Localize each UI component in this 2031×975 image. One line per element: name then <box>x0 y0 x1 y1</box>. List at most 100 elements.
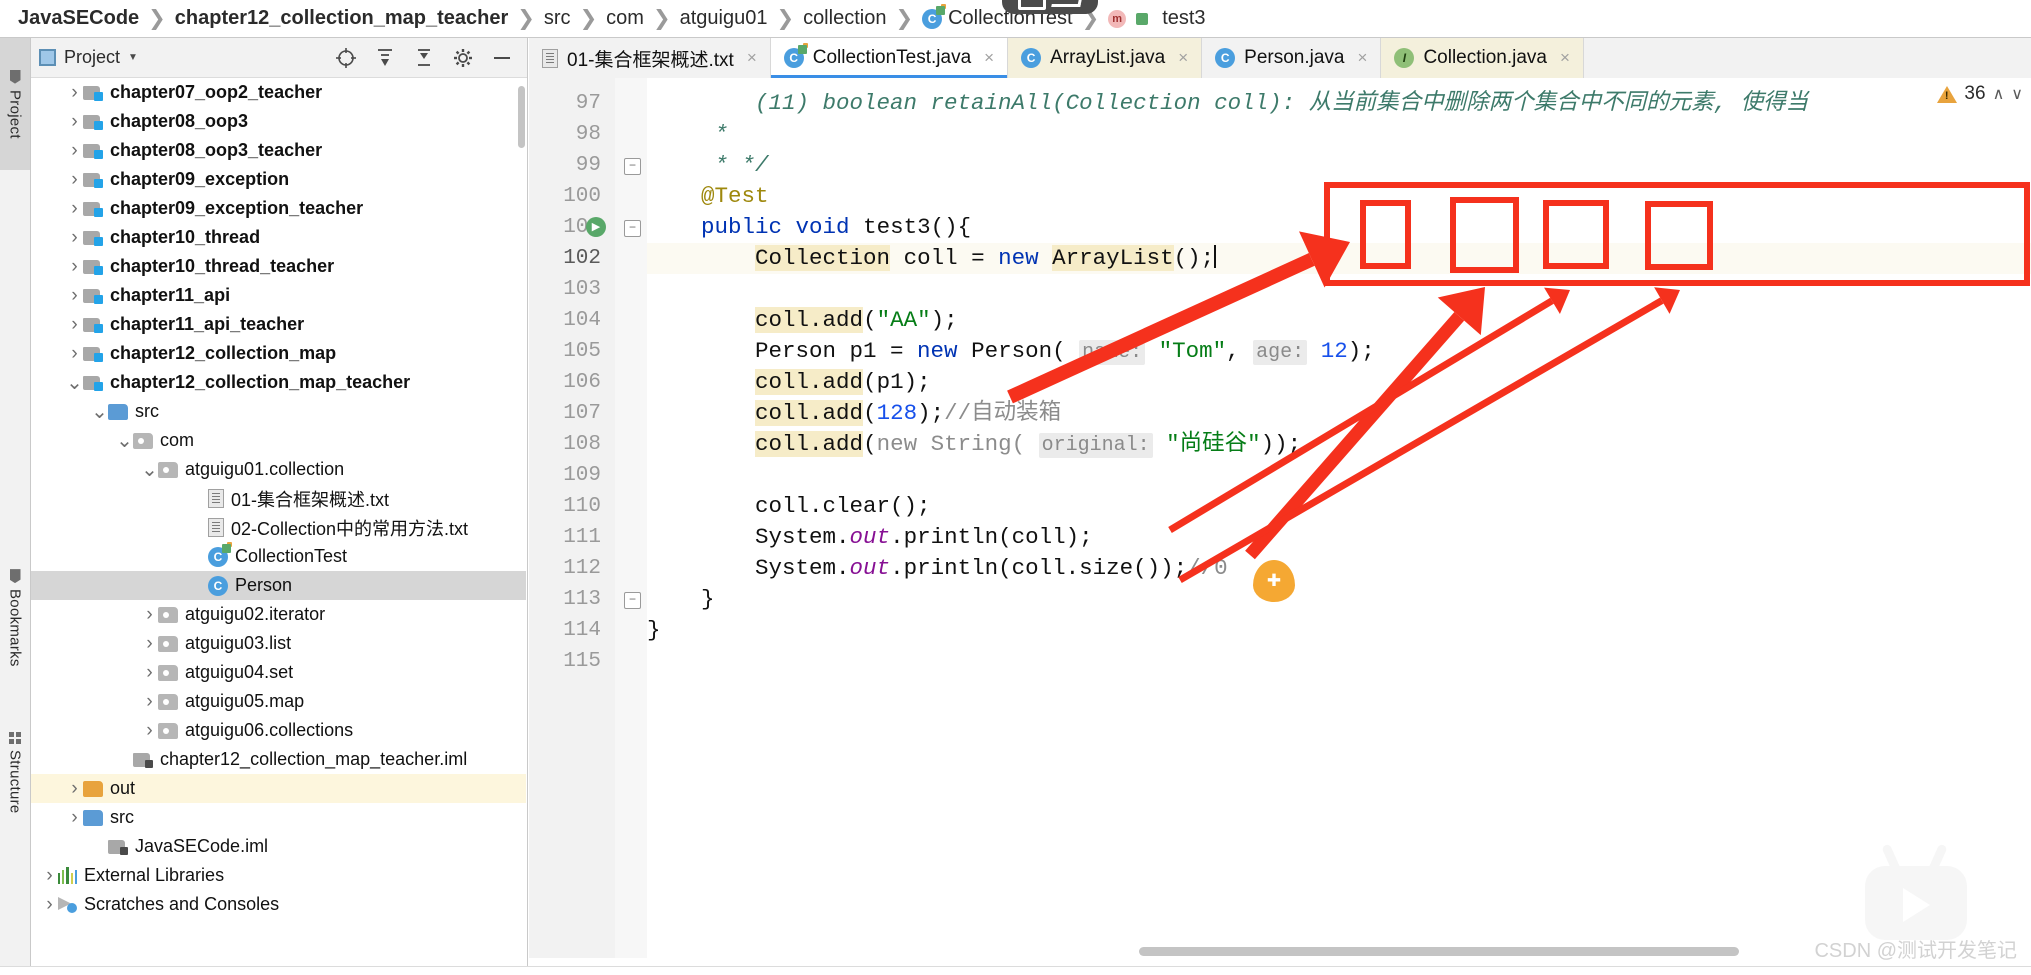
code-token: coll = <box>890 245 999 271</box>
tree-row[interactable]: › atguigu04.set <box>31 658 526 687</box>
tree-row[interactable]: ⌄ atguigu01.collection <box>31 455 526 484</box>
close-icon[interactable]: × <box>1358 48 1368 68</box>
project-tree-scrollbar[interactable] <box>518 86 525 148</box>
tree-row[interactable]: ⌄ src <box>31 397 526 426</box>
project-panel-title[interactable]: Project ▼ <box>39 47 138 68</box>
editor-tab[interactable]: C Person.java × <box>1202 38 1382 78</box>
code-text-area[interactable]: (11) boolean retainAll(Collection coll):… <box>647 78 2031 958</box>
rail-button-project[interactable]: Project <box>0 38 30 170</box>
tree-row-label: atguigu06.collections <box>185 720 354 740</box>
chevron-right-icon[interactable]: › <box>66 343 83 365</box>
breadcrumb-item-src[interactable]: src ❯ <box>544 6 606 31</box>
inspection-widget[interactable]: 36 ∧ ∨ <box>1937 83 2023 105</box>
output-folder-icon <box>83 780 103 797</box>
run-test-gutter-icon[interactable]: ▶ <box>586 217 606 237</box>
fold-marker[interactable]: − <box>624 220 641 237</box>
chevron-down-icon[interactable]: ⌄ <box>66 373 83 393</box>
tree-row[interactable]: › out <box>31 774 526 803</box>
close-icon[interactable]: × <box>747 48 757 68</box>
editor-tab-label: ArrayList.java <box>1050 47 1166 68</box>
breadcrumb-item-method[interactable]: m test3 <box>1108 7 1206 30</box>
editor-tab[interactable]: C CollectionTest.java × <box>770 38 1009 79</box>
tree-row[interactable]: › External Libraries <box>31 861 526 890</box>
tree-row[interactable]: › chapter10_thread_teacher <box>31 252 526 281</box>
chevron-right-icon[interactable]: › <box>141 662 158 684</box>
tree-row[interactable]: C CollectionTest <box>31 541 526 571</box>
code-token: coll.add <box>755 431 864 457</box>
tree-row[interactable]: › atguigu06.collections <box>31 716 526 745</box>
tree-row[interactable]: › chapter08_oop3_teacher <box>31 136 526 165</box>
chevron-down-icon[interactable]: ∨ <box>2011 84 2023 104</box>
chevron-right-icon[interactable]: › <box>66 256 83 278</box>
chevron-right-icon[interactable]: › <box>41 894 58 916</box>
settings-gear-icon[interactable] <box>452 47 474 69</box>
tree-row[interactable]: 02-Collection中的常用方法.txt <box>31 513 526 542</box>
chevron-right-icon[interactable]: › <box>66 140 83 162</box>
tree-row[interactable]: chapter12_collection_map_teacher.iml <box>31 745 526 774</box>
editor-tab[interactable]: 01-集合框架概述.txt × <box>529 38 771 78</box>
tree-row[interactable]: ⌄ chapter12_collection_map_teacher <box>31 368 526 397</box>
tree-row[interactable]: › chapter12_collection_map <box>31 339 526 368</box>
tree-row[interactable]: › src <box>31 803 526 832</box>
rail-button-bookmarks[interactable]: Bookmarks <box>0 538 30 698</box>
chevron-right-icon[interactable]: › <box>141 633 158 655</box>
code-token: ( <box>863 307 877 333</box>
chevron-down-icon[interactable]: ⌄ <box>141 460 158 480</box>
tree-row[interactable]: › chapter10_thread <box>31 223 526 252</box>
expand-all-icon[interactable] <box>374 47 396 69</box>
tree-row[interactable]: › atguigu05.map <box>31 687 526 716</box>
tree-row[interactable]: 01-集合框架概述.txt <box>31 484 526 513</box>
chevron-right-icon[interactable]: › <box>66 314 83 336</box>
chevron-right-icon[interactable]: › <box>66 285 83 307</box>
tree-row[interactable]: › chapter09_exception <box>31 165 526 194</box>
breadcrumb-item-com[interactable]: com ❯ <box>606 6 679 31</box>
chevron-right-icon[interactable]: › <box>66 111 83 133</box>
collapse-all-icon[interactable] <box>413 47 435 69</box>
chevron-right-icon[interactable]: › <box>66 169 83 191</box>
tree-row[interactable]: JavaSECode.iml <box>31 832 526 861</box>
hide-panel-icon[interactable] <box>491 47 513 69</box>
tree-row[interactable]: C Person <box>31 571 526 600</box>
chevron-right-icon[interactable]: › <box>66 807 83 829</box>
breadcrumb-item-project[interactable]: JavaSECode ❯ <box>18 6 175 31</box>
tree-row-label: chapter11_api <box>110 285 231 305</box>
tree-row[interactable]: ⌄ com <box>31 426 526 455</box>
tree-row[interactable]: › chapter08_oop3 <box>31 107 526 136</box>
project-tree[interactable]: › chapter07_oop2_teacher › chapter08_oop3 › c… <box>31 78 526 975</box>
breadcrumb-item-collection[interactable]: collection ❯ <box>803 6 922 31</box>
close-icon[interactable]: × <box>984 48 994 68</box>
tree-row[interactable]: › chapter11_api_teacher <box>31 310 526 339</box>
chevron-right-icon[interactable]: › <box>41 865 58 887</box>
chevron-down-icon[interactable]: ⌄ <box>116 431 133 451</box>
editor-tab[interactable]: C ArrayList.java × <box>1008 38 1203 78</box>
chevron-right-icon[interactable]: › <box>66 778 83 800</box>
tree-row[interactable]: › Scratches and Consoles <box>31 890 526 919</box>
tree-row[interactable]: › atguigu03.list <box>31 629 526 658</box>
editor-horizontal-scrollbar[interactable] <box>1139 947 1739 956</box>
locate-icon[interactable] <box>335 47 357 69</box>
tree-row[interactable]: › atguigu02.iterator <box>31 600 526 629</box>
code-folding-gutter[interactable]: − − − <box>615 78 648 958</box>
chevron-right-icon[interactable]: › <box>66 227 83 249</box>
fold-marker[interactable]: − <box>624 158 641 175</box>
chevron-down-icon[interactable]: ▼ <box>128 52 138 63</box>
chevron-up-icon[interactable]: ∧ <box>1993 84 2005 104</box>
fold-marker[interactable]: − <box>624 592 641 609</box>
breadcrumb-item-module[interactable]: chapter12_collection_map_teacher ❯ <box>175 6 544 31</box>
chevron-right-icon[interactable]: › <box>141 691 158 713</box>
chevron-right-icon[interactable]: › <box>141 604 158 626</box>
close-icon[interactable]: × <box>1178 48 1188 68</box>
chevron-down-icon[interactable]: ⌄ <box>91 402 108 422</box>
tree-row[interactable]: › chapter09_exception_teacher <box>31 194 526 223</box>
mouse-cursor-highlight: ✚ <box>1253 560 1295 602</box>
chevron-right-icon[interactable]: › <box>66 82 83 104</box>
close-icon[interactable]: × <box>1560 48 1570 68</box>
rail-button-structure[interactable]: Structure <box>0 698 30 848</box>
code-line: } <box>647 615 661 646</box>
chevron-right-icon[interactable]: › <box>141 720 158 742</box>
tree-row[interactable]: › chapter07_oop2_teacher <box>31 78 526 107</box>
chevron-right-icon[interactable]: › <box>66 198 83 220</box>
editor-tab[interactable]: I Collection.java × <box>1381 38 1584 78</box>
breadcrumb-item-atguigu01[interactable]: atguigu01 ❯ <box>680 6 803 31</box>
tree-row[interactable]: › chapter11_api <box>31 281 526 310</box>
